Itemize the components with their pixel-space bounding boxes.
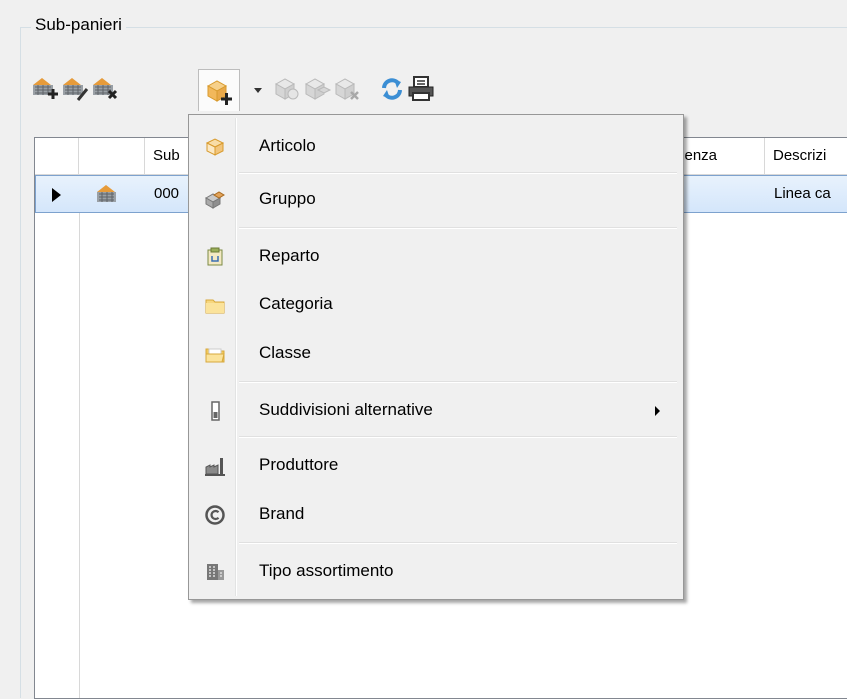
menu-item-suddivisioni-alternative[interactable]: Suddivisioni alternative xyxy=(192,388,680,432)
basket-delete-icon xyxy=(93,78,118,100)
article-box-icon xyxy=(205,138,225,156)
menu-item-reparto[interactable]: Reparto xyxy=(192,234,680,278)
box-group-icon xyxy=(304,78,332,100)
group-box-icon xyxy=(204,191,225,209)
add-item-dropdown-button[interactable] xyxy=(198,69,240,111)
department-icon xyxy=(207,247,223,266)
column-header-indicator xyxy=(35,138,79,174)
row-descrizione: Linea ca xyxy=(774,185,831,202)
menu-separator xyxy=(239,227,677,229)
menu-item-label: Reparto xyxy=(259,246,320,265)
basket-edit-icon xyxy=(63,78,89,101)
column-header-descrizione[interactable]: Descrizi xyxy=(765,138,847,174)
copyright-icon xyxy=(205,505,225,525)
chevron-down-icon[interactable] xyxy=(254,88,262,93)
basket-add-button[interactable] xyxy=(28,72,62,106)
menu-item-label: Tipo assortimento xyxy=(259,561,394,580)
menu-item-label: Classe xyxy=(259,343,311,362)
column-header-icon xyxy=(79,138,145,174)
menu-item-label: Produttore xyxy=(259,455,339,474)
basket-add-icon xyxy=(33,78,58,99)
menu-separator xyxy=(239,172,677,174)
menu-item-label: Categoria xyxy=(259,294,333,313)
menu-item-articolo[interactable]: Articolo xyxy=(192,124,680,168)
building-icon xyxy=(207,564,224,580)
toolbar xyxy=(28,66,548,114)
menu-separator xyxy=(239,542,677,544)
submenu-arrow-icon xyxy=(655,406,660,416)
menu-item-categoria[interactable]: Categoria xyxy=(192,282,680,326)
basket-icon xyxy=(97,185,116,202)
box-delete-button[interactable] xyxy=(330,72,364,106)
menu-separator xyxy=(239,381,677,383)
printer-icon xyxy=(408,76,434,101)
folder-icon xyxy=(205,299,225,314)
menu-item-gruppo[interactable]: Gruppo xyxy=(192,177,680,221)
menu-item-label: Brand xyxy=(259,504,305,523)
menu-item-label: Gruppo xyxy=(259,189,316,208)
menu-item-label: Articolo xyxy=(259,136,316,155)
menu-item-tipo-assortimento[interactable]: Tipo assortimento xyxy=(192,549,680,593)
box-add-icon xyxy=(206,79,232,105)
menu-item-label: Suddivisioni alternative xyxy=(259,400,433,419)
current-row-indicator-icon xyxy=(52,188,61,202)
factory-icon xyxy=(205,458,225,476)
refresh-icon xyxy=(382,78,402,100)
menu-item-brand[interactable]: Brand xyxy=(192,492,680,536)
box-outline-icon xyxy=(274,78,299,100)
group-title: Sub-panieri xyxy=(31,15,126,35)
menu-separator xyxy=(239,436,677,438)
box-outline-button[interactable] xyxy=(270,72,304,106)
menu-item-classe[interactable]: Classe xyxy=(192,331,680,375)
basket-edit-button[interactable] xyxy=(58,72,92,106)
basket-delete-button[interactable] xyxy=(88,72,122,106)
folder-open-icon xyxy=(205,348,225,363)
box-delete-icon xyxy=(334,78,359,100)
add-item-context-menu: Articolo Gruppo Reparto Categoria Classe… xyxy=(188,114,684,600)
battery-icon xyxy=(211,401,220,421)
menu-item-produttore[interactable]: Produttore xyxy=(192,443,680,487)
print-button[interactable] xyxy=(404,72,438,106)
row-header-strip xyxy=(35,138,80,698)
box-group-button[interactable] xyxy=(300,72,334,106)
